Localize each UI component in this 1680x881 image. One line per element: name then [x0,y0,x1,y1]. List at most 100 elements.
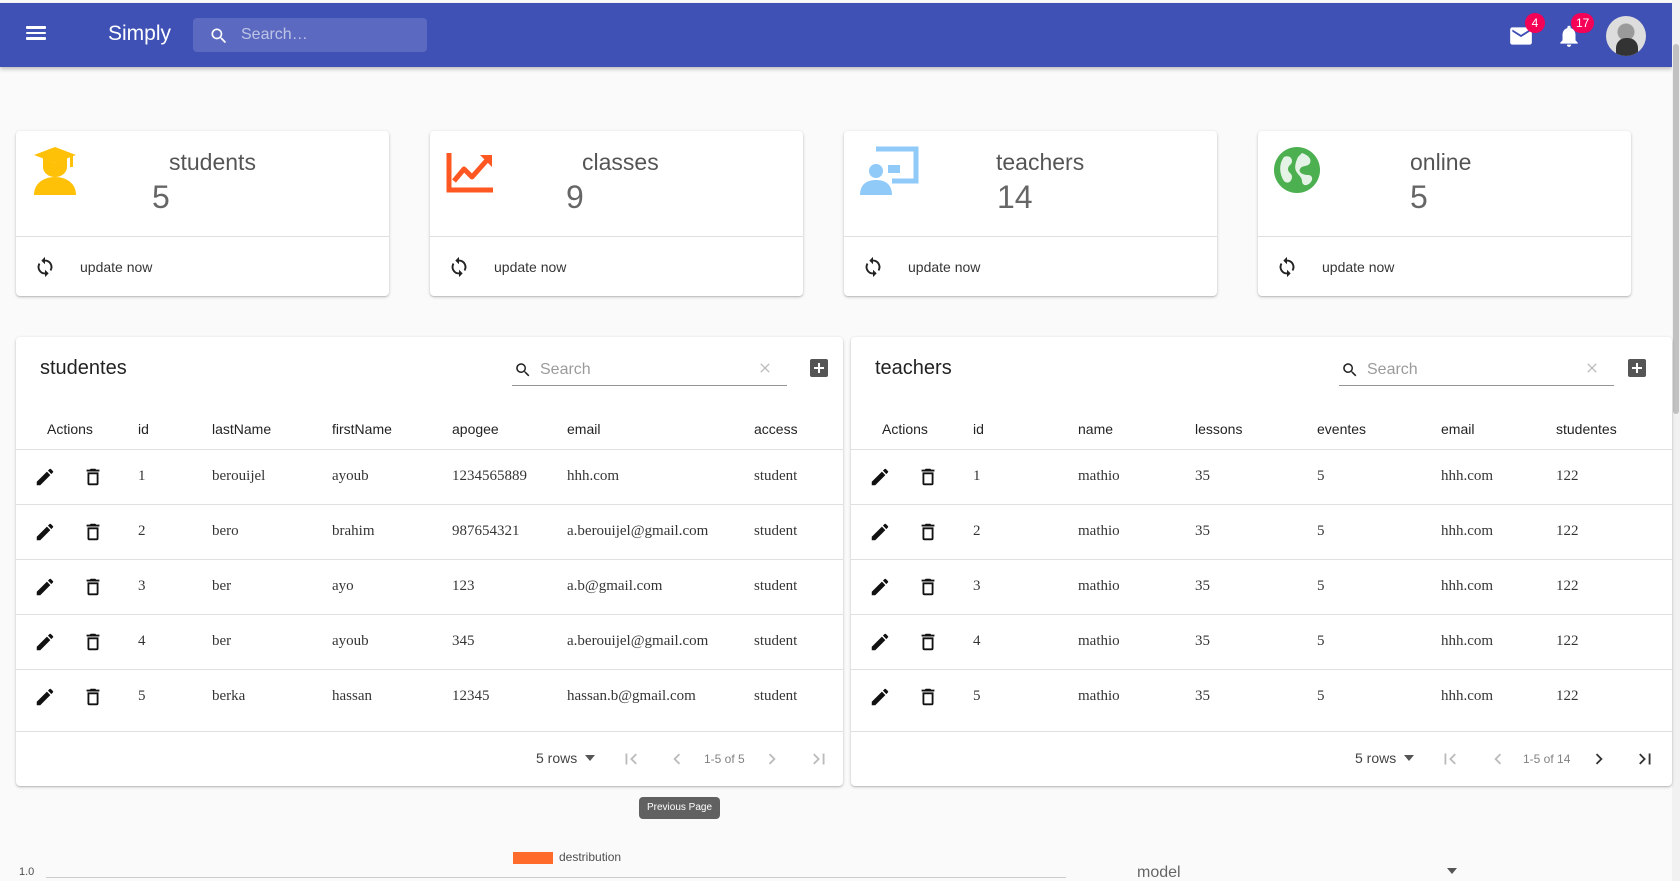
table-cell: hhh.com [1441,468,1494,484]
scrollbar-thumb[interactable] [1673,44,1679,414]
column-header[interactable]: Actions [47,421,93,437]
edit-icon[interactable] [869,521,891,543]
delete-icon[interactable] [917,631,939,653]
co-present-icon [860,146,919,195]
previous-page-icon[interactable] [1487,748,1509,770]
edit-icon[interactable] [869,686,891,708]
students-search-input[interactable] [540,358,740,382]
column-header[interactable]: apogee [452,421,499,437]
table-cell: 1 [138,468,146,484]
delete-icon[interactable] [917,466,939,488]
update-now-button[interactable]: update now [858,249,980,285]
add-teacher-button[interactable] [1628,359,1646,377]
card-divider [844,236,1217,237]
edit-icon[interactable] [34,521,56,543]
edit-icon[interactable] [869,631,891,653]
table-cell: 122 [1556,578,1579,594]
delete-icon[interactable] [82,631,104,653]
page-range: 1-5 of 5 [704,752,745,766]
stat-card-teachers: teachers 14 update now [844,131,1217,296]
arrow-drop-down-icon [585,755,596,761]
delete-icon[interactable] [917,686,939,708]
edit-icon[interactable] [869,576,891,598]
delete-icon[interactable] [917,521,939,543]
edit-icon[interactable] [869,466,891,488]
global-search [193,18,427,52]
table-cell: hhh.com [1441,523,1494,539]
edit-icon[interactable] [34,631,56,653]
delete-icon[interactable] [82,521,104,543]
model-select-label: model [1137,864,1181,881]
table-cell: 2 [973,523,981,539]
pagination: 5 rows 1-5 of 14 [851,731,1672,786]
column-header[interactable]: access [754,421,798,437]
table-cell: 122 [1556,688,1579,704]
table-cell: mathio [1078,468,1120,484]
table-cell: ber [212,633,232,649]
mail-badge: 4 [1525,13,1545,33]
page-scrollbar[interactable] [1672,0,1680,881]
first-page-icon[interactable] [620,748,642,770]
table-cell: 122 [1556,523,1579,539]
update-now-button[interactable]: update now [444,249,566,285]
table-cell: 345 [452,633,475,649]
update-now-label: update now [908,259,981,275]
last-page-icon[interactable] [1634,748,1656,770]
table-cell: hhh.com [1441,688,1494,704]
update-now-label: update now [494,259,567,275]
table-cell: berouijel [212,468,266,484]
table-cell: 4 [973,633,981,649]
delete-icon[interactable] [82,466,104,488]
update-now-button[interactable]: update now [1272,249,1394,285]
next-page-icon[interactable] [761,748,783,770]
edit-icon[interactable] [34,686,56,708]
edit-icon[interactable] [34,576,56,598]
column-header[interactable]: lessons [1195,421,1242,437]
update-now-button[interactable]: update now [30,249,152,285]
next-page-icon[interactable] [1588,748,1610,770]
last-page-icon[interactable] [808,748,830,770]
column-header[interactable]: id [973,421,984,437]
table-cell: ayoub [332,468,369,484]
table-row: 4 ber ayoub 345 a.berouijel@gmail.com student [16,614,843,669]
rows-per-page-select[interactable]: 5 rows [1355,750,1415,766]
teachers-search [1339,354,1614,386]
avatar[interactable] [1606,16,1646,56]
column-header[interactable]: Actions [882,421,928,437]
delete-icon[interactable] [82,576,104,598]
sync-icon [451,256,467,278]
clear-icon[interactable] [1584,360,1600,376]
search-icon [1343,363,1357,377]
column-header[interactable]: eventes [1317,421,1366,437]
delete-icon[interactable] [917,576,939,598]
search-icon [516,363,530,377]
column-header[interactable]: studentes [1556,421,1617,437]
table-cell: 5 [1317,468,1325,484]
menu-icon[interactable] [24,23,48,47]
sync-icon [865,256,881,278]
column-header[interactable]: lastName [212,421,271,437]
rows-per-page-select[interactable]: 5 rows [536,750,596,766]
teachers-search-input[interactable] [1367,358,1567,382]
column-header[interactable]: name [1078,421,1113,437]
card-divider [430,236,803,237]
column-header[interactable]: firstName [332,421,392,437]
table-cell: brahim [332,523,375,539]
global-search-input[interactable] [241,18,421,52]
add-student-button[interactable] [810,359,828,377]
table-row: 1 mathio 35 5 hhh.com 122 [851,449,1672,504]
table-row: 5 berka hassan 12345 hassan.b@gmail.com stude… [16,669,843,724]
delete-icon[interactable] [82,686,104,708]
clear-icon[interactable] [757,360,773,376]
first-page-icon[interactable] [1439,748,1461,770]
update-now-label: update now [80,259,153,275]
previous-page-icon[interactable] [666,748,688,770]
table-title: studentes [40,357,127,379]
model-select[interactable]: model [1137,864,1457,881]
column-header[interactable]: email [1441,421,1474,437]
edit-icon[interactable] [34,466,56,488]
column-header[interactable]: id [138,421,149,437]
legend-label: destribution [559,850,622,864]
table-cell: mathio [1078,523,1120,539]
column-header[interactable]: email [567,421,600,437]
